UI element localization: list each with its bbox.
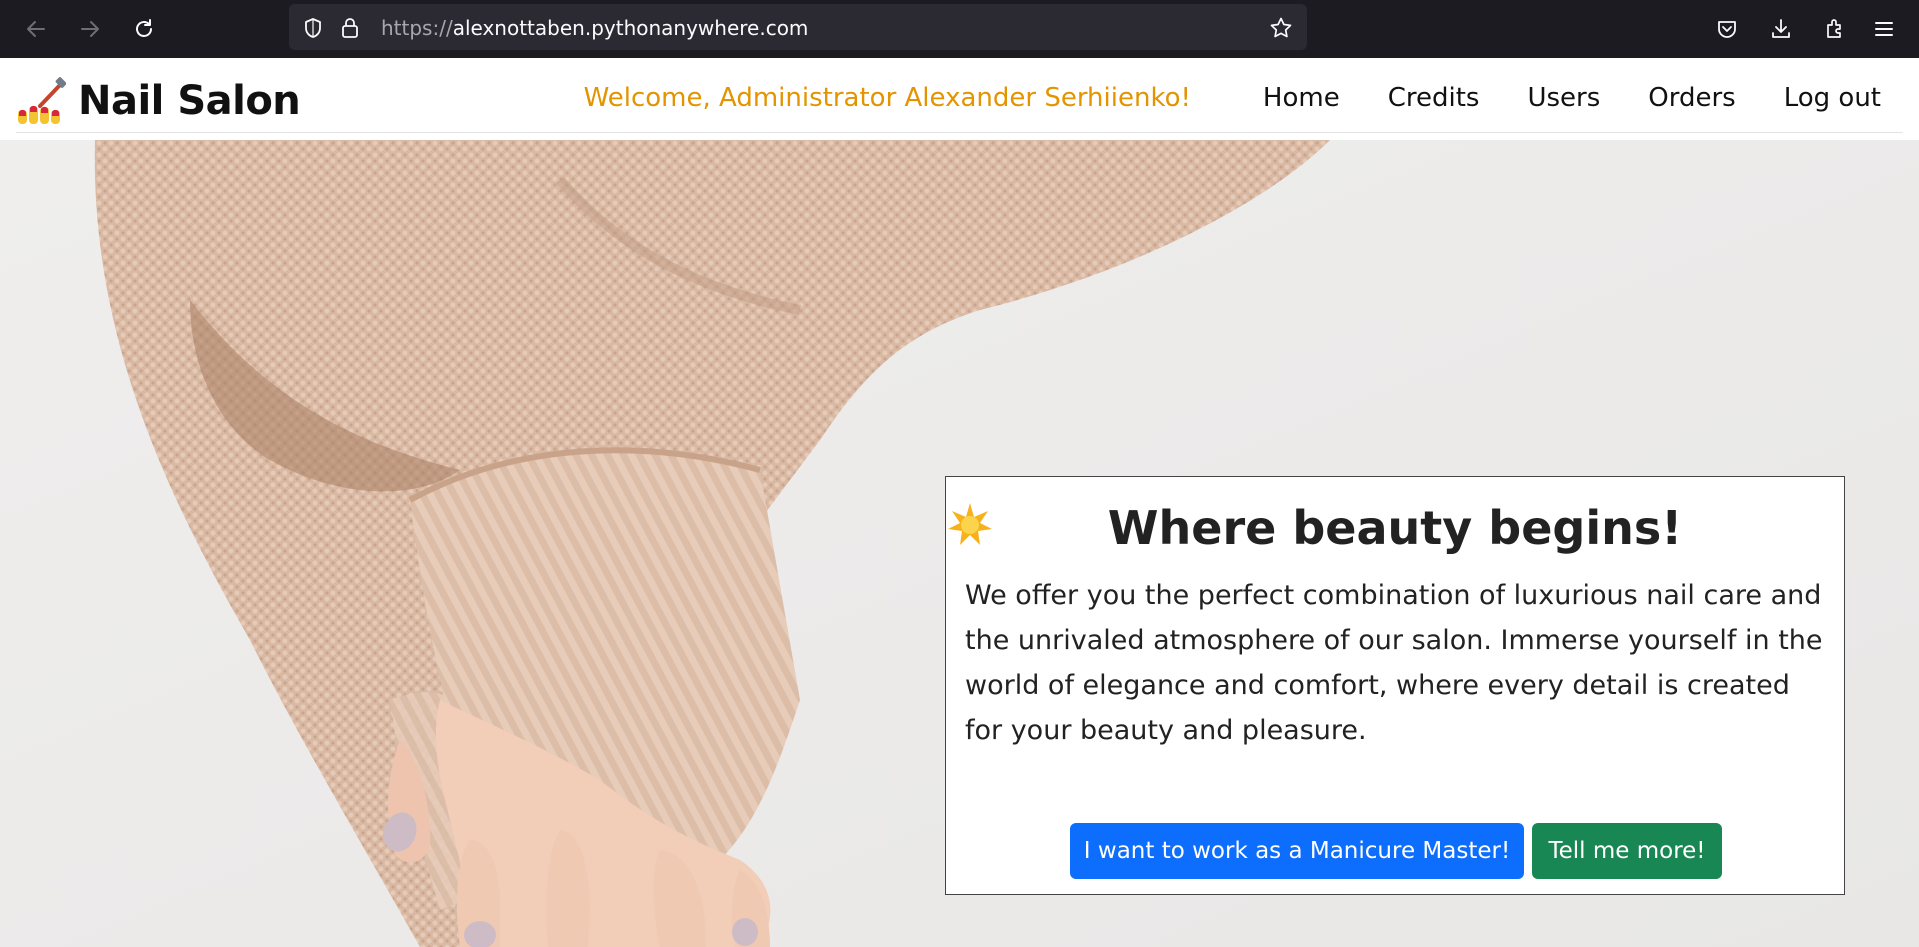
nav-links: Welcome, Administrator Alexander Serhiie… (584, 83, 1881, 113)
url-text[interactable]: https://alexnottaben.pythonanywhere.com (381, 16, 808, 40)
pocket-icon[interactable] (1711, 13, 1743, 45)
hero-card: Where beauty begins! We offer you the pe… (945, 476, 1845, 895)
site-navbar: Nail Salon Welcome, Administrator Alexan… (0, 58, 1919, 140)
back-icon[interactable] (20, 13, 52, 45)
shield-icon[interactable] (303, 17, 323, 39)
address-bar[interactable]: https://alexnottaben.pythonanywhere.com (289, 4, 1307, 50)
tell-me-more-button[interactable]: Tell me more! (1532, 823, 1722, 879)
brand[interactable]: Nail Salon (16, 76, 301, 126)
star-icon[interactable] (1269, 16, 1293, 40)
reload-icon[interactable] (128, 13, 160, 45)
nav-link-credits[interactable]: Credits (1388, 83, 1480, 113)
extensions-icon[interactable] (1819, 13, 1851, 45)
nail-polish-logo-icon (18, 77, 66, 124)
download-icon[interactable] (1765, 13, 1797, 45)
brand-name: Nail Salon (78, 78, 301, 124)
lock-icon[interactable] (341, 17, 359, 39)
nav-link-orders[interactable]: Orders (1648, 83, 1735, 113)
browser-toolbar: https://alexnottaben.pythonanywhere.com (0, 0, 1919, 58)
nav-link-logout[interactable]: Log out (1784, 83, 1881, 113)
nav-link-home[interactable]: Home (1263, 83, 1340, 113)
menu-icon[interactable] (1868, 13, 1900, 45)
nav-link-users[interactable]: Users (1527, 83, 1600, 113)
work-as-master-button[interactable]: I want to work as a Manicure Master! (1070, 823, 1524, 879)
navbar-divider (16, 132, 1903, 133)
hero-title: Where beauty begins! (946, 501, 1844, 555)
forward-icon[interactable] (74, 13, 106, 45)
hero-section: Where beauty begins! We offer you the pe… (0, 140, 1919, 947)
welcome-message: Welcome, Administrator Alexander Serhiie… (583, 83, 1191, 113)
hero-title-text: Where beauty begins! (1107, 501, 1683, 555)
glowing-star-icon (948, 503, 992, 545)
hero-description: We offer you the perfect combination of … (965, 580, 1823, 746)
